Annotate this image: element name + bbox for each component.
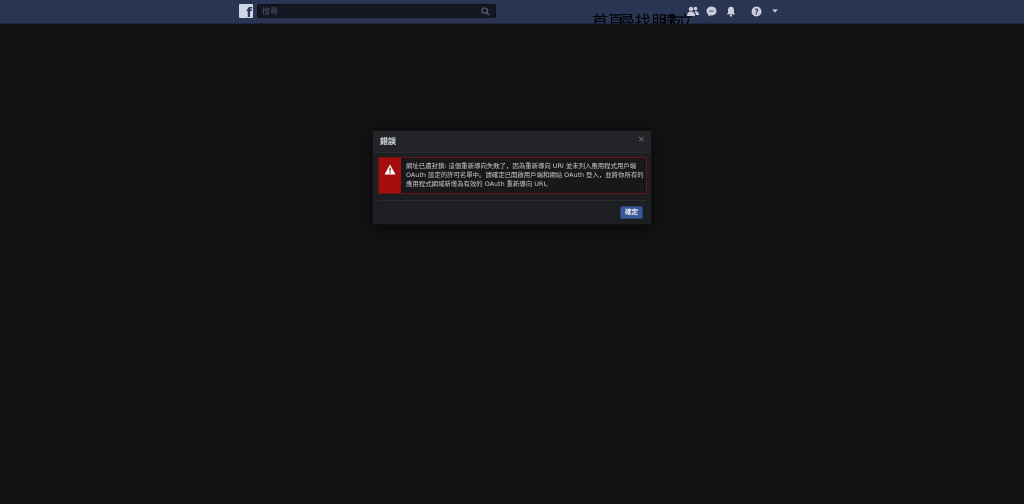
- error-message-text: 網址已遭封鎖: 這個重新導向失敗了，因為重新導向 URI 並未列入應用程式用戶端…: [406, 162, 644, 188]
- search-icon: [480, 6, 490, 16]
- account-menu-button[interactable]: [769, 5, 781, 17]
- confirm-button[interactable]: 確定: [620, 206, 643, 219]
- search-input[interactable]: [262, 5, 472, 17]
- close-button[interactable]: ×: [637, 136, 645, 145]
- notifications-icon: [726, 6, 736, 17]
- search-box: [257, 4, 496, 18]
- top-navigation-bar: f 首頁 尋找朋友 建立: [0, 0, 1024, 31]
- dialog-divider: [378, 200, 646, 201]
- search-button[interactable]: [475, 5, 495, 17]
- dialog-title: 錯誤: [380, 137, 396, 146]
- friend-requests-icon: [687, 6, 699, 16]
- facebook-logo-icon[interactable]: f: [239, 4, 253, 18]
- modal-backdrop: [0, 24, 1024, 504]
- error-message-box: 網址已遭封鎖: 這個重新導向失敗了，因為重新導向 URI 並未列入應用程式用戶端…: [378, 157, 647, 194]
- error-icon-panel: [379, 158, 401, 193]
- svg-text:?: ?: [754, 7, 758, 16]
- chevron-down-icon: [772, 9, 778, 13]
- help-button[interactable]: ?: [750, 5, 762, 17]
- friend-requests-button[interactable]: [687, 5, 699, 17]
- messenger-icon: [706, 6, 716, 16]
- error-dialog: 錯誤 × 網址已遭封鎖: 這個重新導向失敗了，因為重新導向 URI 並未列入應用…: [372, 130, 652, 225]
- warning-icon: [384, 164, 396, 175]
- dialog-header: 錯誤 ×: [373, 131, 651, 153]
- facebook-logo-letter: f: [246, 6, 252, 18]
- notifications-button[interactable]: [725, 5, 737, 17]
- help-icon: ?: [751, 6, 761, 16]
- messenger-button[interactable]: [705, 5, 717, 17]
